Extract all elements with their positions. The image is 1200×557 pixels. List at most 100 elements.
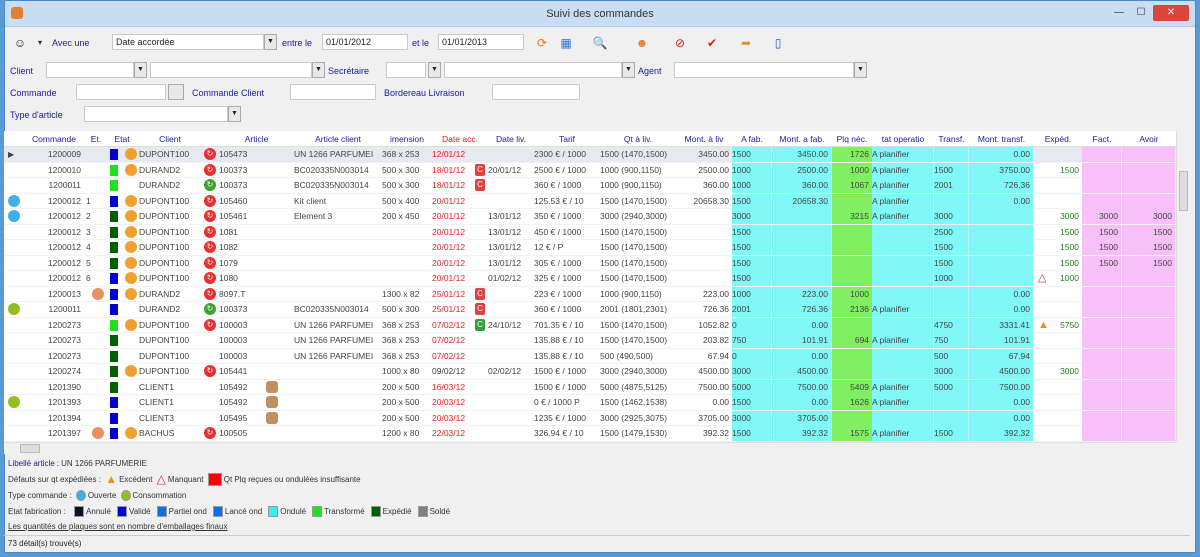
- table-row[interactable]: ↻ 1200274 DUPONT100 105441 1000 x 80 09/02/12…: [4, 364, 1176, 380]
- table-row[interactable]: ↻ 1200011 DURAND2 100373 BC020335N003014 500 …: [4, 178, 1176, 194]
- cell-avoir: [1122, 178, 1176, 193]
- cell-qt: 1000 (900,1150): [600, 288, 662, 299]
- column-header-12[interactable]: A fab.: [732, 134, 772, 144]
- cell-dliv: 13/01/12: [488, 211, 522, 221]
- client-name-field[interactable]: [150, 62, 312, 78]
- client-code-field[interactable]: [46, 62, 134, 78]
- maximize-button[interactable]: ☐: [1131, 5, 1151, 21]
- column-header-10[interactable]: Qt à liv.: [600, 134, 676, 144]
- phone-icon[interactable]: ▯: [770, 35, 786, 51]
- cell-mtr: 3750.00: [969, 162, 1034, 178]
- search-icon[interactable]: 🔍: [592, 35, 608, 51]
- column-header-7[interactable]: Date acc.: [432, 134, 488, 144]
- table-row[interactable]: ↻ 1201397 BACHUS 100505 1200 x 80 22/03/12 326…: [4, 426, 1176, 442]
- cell-tr: 3000: [934, 209, 969, 224]
- commande-browse-button[interactable]: [168, 84, 184, 100]
- grid-icon[interactable]: ▦: [558, 35, 574, 51]
- table-row[interactable]: ↻ 1200012 1 DUPONT100 105460 Kit client 500 x …: [4, 193, 1176, 209]
- bordereau-field[interactable]: [492, 84, 580, 100]
- lock-icon: [125, 148, 137, 160]
- cell-mfab: 360.00: [772, 178, 832, 193]
- cell-mliv: 4500.00: [698, 366, 729, 376]
- etat-swatch-7: [417, 506, 428, 517]
- column-header-1[interactable]: Et.: [86, 134, 106, 144]
- cell-dliv: 13/01/12: [488, 242, 522, 252]
- client-code-dropdown[interactable]: ▼: [134, 62, 147, 78]
- column-header-3[interactable]: Client: [139, 134, 201, 144]
- type-article-dropdown[interactable]: ▼: [228, 106, 241, 122]
- chevron-down-icon[interactable]: ▾: [32, 35, 48, 51]
- date-badge-icon: C: [475, 163, 485, 176]
- column-header-4[interactable]: Article: [219, 134, 294, 144]
- export-icon[interactable]: ➦: [738, 35, 754, 51]
- column-header-8[interactable]: Date liv.: [488, 134, 534, 144]
- column-header-19[interactable]: Fact.: [1082, 134, 1122, 144]
- table-row[interactable]: 1201393 CLIENT1 105492 200 x 500 20/03/12 0 €…: [4, 395, 1176, 411]
- user-filter-icon[interactable]: ☺: [12, 35, 28, 51]
- column-header-0[interactable]: Commande: [24, 134, 84, 144]
- date-type-dropdown[interactable]: ▼: [264, 34, 277, 50]
- table-row[interactable]: ↻ 1200011 DURAND2 100373 BC020335N003014 500 …: [4, 302, 1176, 318]
- column-header-14[interactable]: Plq néc.: [832, 134, 872, 144]
- etat-square: [110, 242, 118, 253]
- minimize-button[interactable]: —: [1109, 5, 1129, 21]
- table-row[interactable]: ↻ 1200010 DURAND2 100373 BC020335N003014 500 …: [4, 162, 1176, 178]
- table-row[interactable]: 1200273 DUPONT100 100003 UN 1266 PARFUMEI 36…: [4, 348, 1176, 364]
- secretaire-name-dropdown[interactable]: ▼: [622, 62, 635, 78]
- table-row[interactable]: ↻ 1200013 DURAND2 8097.T 1300 x 82 25/01/12 22…: [4, 286, 1176, 302]
- table-row[interactable]: 1201394 CLIENT3 105495 200 x 500 20/03/12 123…: [4, 410, 1176, 426]
- column-header-2[interactable]: Etat: [107, 134, 137, 144]
- agent-dropdown[interactable]: ▼: [854, 62, 867, 78]
- commande-field[interactable]: [76, 84, 166, 100]
- commande-client-field[interactable]: [290, 84, 376, 100]
- table-row[interactable]: 1201390 CLIENT1 105492 200 x 500 16/03/12 150…: [4, 379, 1176, 395]
- hscroll-thumb[interactable]: [20, 444, 40, 453]
- column-header-16[interactable]: Transf.: [934, 134, 969, 144]
- table-row[interactable]: ↻ 1200012 2 DUPONT100 105461 Element 3 200 x 4…: [4, 209, 1176, 225]
- table-row[interactable]: ↻ 1200012 3 DUPONT100 1081 20/01/12 13/01/12 45…: [4, 224, 1176, 240]
- check-icon[interactable]: ✔: [704, 35, 720, 51]
- column-header-17[interactable]: Mont. transf.: [969, 134, 1034, 144]
- cell-tr: 1500: [934, 162, 969, 178]
- column-header-6[interactable]: imension: [382, 134, 432, 144]
- cell-mtr: 726.36: [969, 178, 1034, 193]
- table-row[interactable]: ↻ 1200012 4 DUPONT100 1082 20/01/12 13/01/12 12…: [4, 240, 1176, 256]
- close-button[interactable]: ✕: [1153, 5, 1189, 21]
- column-header-20[interactable]: Avoir: [1122, 134, 1176, 144]
- table-row[interactable]: ▶ ↻ 1200009 DUPONT100 105473 UN 1266 PARFUMEI…: [4, 147, 1176, 163]
- date-from-field[interactable]: 01/01/2012: [322, 34, 408, 50]
- table-row[interactable]: 1200273 DUPONT100 100003 UN 1266 PARFUMEI 36…: [4, 333, 1176, 349]
- cell-afab: 0: [732, 348, 772, 364]
- cell-tarif: 1500 € / 1000: [534, 381, 586, 392]
- table-row[interactable]: ↻ 1200012 5 DUPONT100 1079 20/01/12 13/01/12 30…: [4, 255, 1176, 271]
- date-type-select[interactable]: Date accordée: [112, 34, 264, 50]
- cell-cmd: 1200273: [47, 335, 81, 345]
- secretaire-name-field[interactable]: [444, 62, 622, 78]
- stop-icon[interactable]: ⊘: [672, 35, 688, 51]
- column-header-13[interactable]: Mont. a fab.: [772, 134, 832, 144]
- column-header-11[interactable]: Mont. à liv: [676, 134, 732, 144]
- cell-tr: [934, 302, 969, 317]
- cell-cmd: 1200011: [48, 304, 81, 314]
- refresh-icon[interactable]: ⟳: [534, 35, 550, 51]
- table-row[interactable]: ↻ 1200012 6 DUPONT100 1080 20/01/12 01/02/12 32…: [4, 271, 1176, 287]
- cell-exp: [1034, 287, 1082, 302]
- table-row[interactable]: ↻ 1200273 DUPONT100 100003 UN 1266 PARFUMEI 3…: [4, 317, 1176, 333]
- scroll-thumb[interactable]: [1179, 171, 1188, 211]
- horizontal-scrollbar[interactable]: [4, 442, 1176, 454]
- column-header-9[interactable]: Tarif: [534, 134, 600, 144]
- column-header-18[interactable]: Expéd.: [1034, 134, 1082, 144]
- etat-square: [110, 273, 118, 284]
- vertical-scrollbar[interactable]: [1176, 131, 1190, 442]
- secretaire-dropdown[interactable]: ▼: [428, 62, 441, 78]
- secretaire-code-field[interactable]: [386, 62, 426, 78]
- user-icon[interactable]: ☻: [634, 35, 650, 51]
- date-to-field[interactable]: 01/01/2013: [438, 34, 524, 50]
- column-header-5[interactable]: Article client: [294, 134, 382, 144]
- agent-label: Agent: [638, 66, 662, 76]
- type-article-field[interactable]: [84, 106, 228, 122]
- cell-dacc: 25/01/12: [432, 304, 466, 314]
- column-header-15[interactable]: tat operatio: [872, 134, 934, 144]
- agent-field[interactable]: [674, 62, 854, 78]
- client-name-dropdown[interactable]: ▼: [312, 62, 325, 78]
